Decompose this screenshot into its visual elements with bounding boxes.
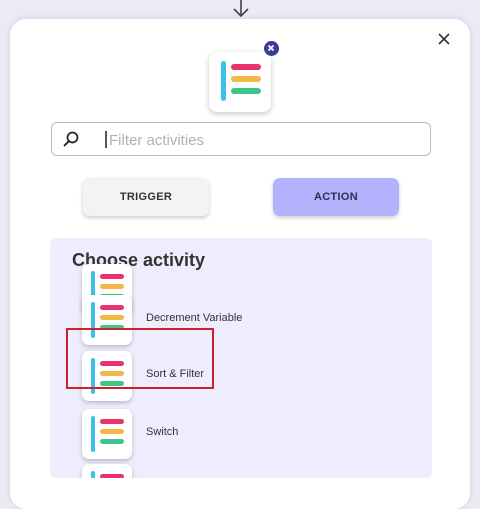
search-icon (63, 131, 79, 147)
list-app-icon (91, 358, 124, 394)
activity-icon (82, 464, 132, 478)
trigger-tab-button[interactable]: TRIGGER (83, 178, 209, 216)
list-item-label: Switch (146, 426, 179, 438)
list-item-decrement-variable[interactable]: Decrement Variable (80, 295, 410, 345)
activity-icon (82, 351, 132, 401)
filter-activities-input[interactable] (107, 127, 421, 153)
action-tab-button[interactable]: ACTION (273, 178, 399, 216)
activity-icon (82, 295, 132, 345)
activity-picker-dialog: TRIGGER ACTION Choose activity (10, 19, 470, 509)
list-item-sort-filter[interactable]: Sort & Filter (80, 351, 410, 401)
search-box (51, 122, 431, 156)
list-item-label: Decrement Variable (146, 312, 243, 324)
list-app-icon (91, 416, 124, 452)
list-app-icon (91, 471, 124, 478)
arrow-down-icon (233, 0, 249, 18)
activity-icon (82, 409, 132, 459)
list-app-icon (221, 61, 261, 101)
selected-activity-icon (209, 52, 271, 112)
close-icon[interactable] (436, 31, 452, 47)
remove-x-icon (267, 44, 275, 52)
activity-list-panel: Choose activity Decrement Variable Sort … (50, 238, 432, 478)
list-item-switch[interactable]: Switch (80, 409, 410, 459)
list-app-icon (91, 302, 124, 338)
list-item[interactable] (80, 464, 410, 478)
remove-activity-button[interactable] (263, 40, 280, 57)
list-item-label: Sort & Filter (146, 368, 205, 380)
